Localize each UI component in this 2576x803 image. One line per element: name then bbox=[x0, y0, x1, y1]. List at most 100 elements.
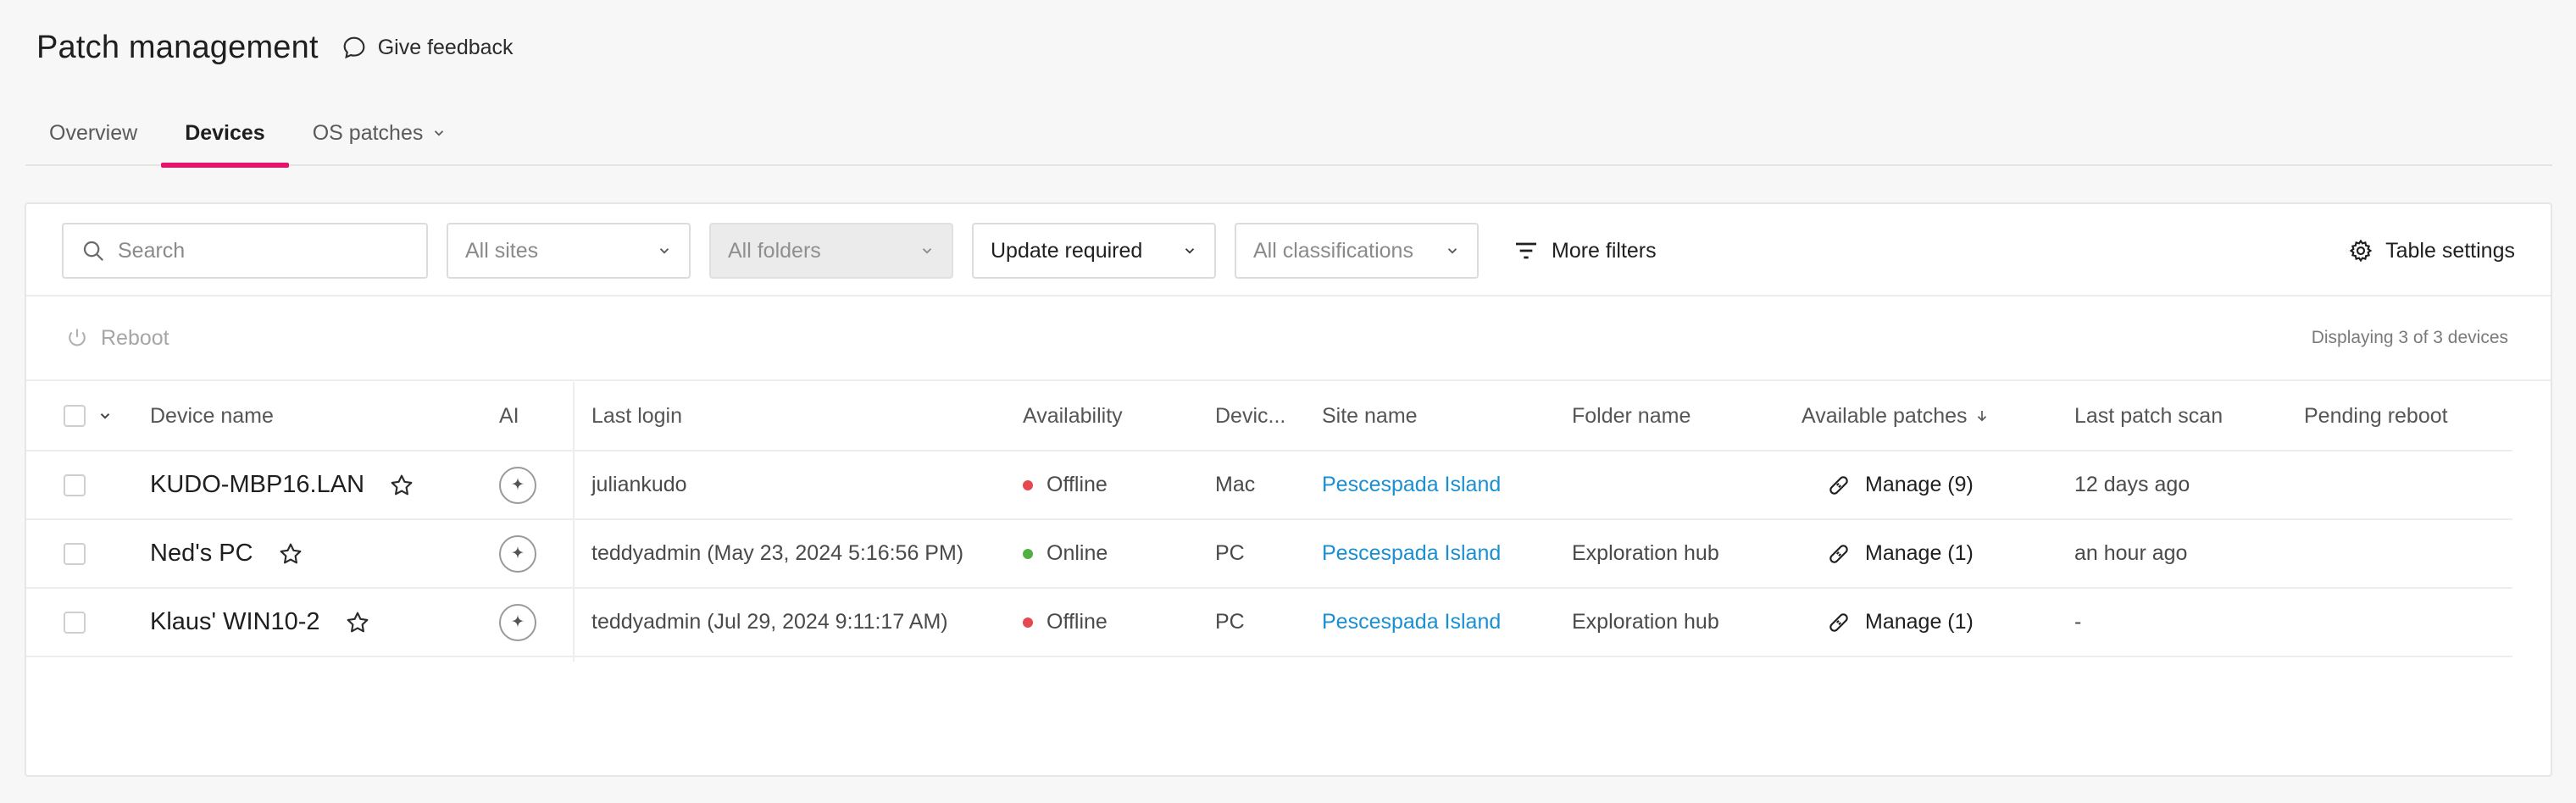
table-row[interactable]: Klaus' WIN10-2 teddyadmin (Jul 29, 2024 … bbox=[26, 589, 2512, 657]
tab-overview-label: Overview bbox=[49, 120, 138, 145]
star-icon[interactable] bbox=[344, 609, 371, 636]
site-name-link[interactable]: Pescespada Island bbox=[1322, 589, 1501, 656]
folder-name-cell: Exploration hub bbox=[1572, 541, 1719, 565]
devices-table: Device name AI Last login Availability D… bbox=[26, 382, 2512, 662]
ai-button[interactable] bbox=[499, 534, 536, 573]
status-dot-online bbox=[1023, 548, 1033, 559]
star-icon[interactable] bbox=[277, 540, 304, 568]
status-dot-offline bbox=[1023, 617, 1033, 628]
folders-select[interactable]: All folders bbox=[709, 223, 953, 279]
star-icon[interactable] bbox=[388, 472, 415, 499]
select-all-cell bbox=[64, 382, 113, 450]
bandage-icon bbox=[1829, 544, 1848, 563]
reboot-button[interactable]: Reboot bbox=[65, 326, 169, 351]
row-checkbox-cell bbox=[64, 520, 86, 587]
status-select[interactable]: Update required bbox=[972, 223, 1216, 279]
sparkle-icon bbox=[511, 545, 525, 558]
device-type-cell: PC bbox=[1215, 541, 1245, 565]
available-patches-header-label: Available patches bbox=[1802, 403, 1968, 428]
table-row[interactable]: KUDO-MBP16.LAN juliankudo Offline Mac Pe… bbox=[26, 451, 2512, 520]
device-name[interactable]: KUDO-MBP16.LAN bbox=[150, 471, 364, 499]
reboot-label: Reboot bbox=[101, 325, 169, 350]
row-checkbox[interactable] bbox=[64, 473, 86, 496]
chevron-down-icon bbox=[922, 248, 932, 254]
status-dot-offline bbox=[1023, 479, 1033, 490]
column-header-ai[interactable]: AI bbox=[499, 382, 519, 450]
manage-patches-label: Manage (1) bbox=[1865, 541, 1974, 565]
filter-lines-icon bbox=[1516, 242, 1536, 259]
classifications-select[interactable]: All classifications bbox=[1235, 223, 1479, 279]
search-icon bbox=[83, 241, 104, 262]
arrow-down-icon bbox=[1977, 411, 1986, 422]
device-type-cell: Mac bbox=[1215, 473, 1256, 496]
column-header-last-login[interactable]: Last login bbox=[591, 382, 682, 450]
tab-os-patches-label: OS patches bbox=[312, 120, 424, 145]
device-name[interactable]: Klaus' WIN10-2 bbox=[150, 608, 320, 636]
actions-bar: Reboot Displaying 3 of 3 devices bbox=[26, 295, 2551, 381]
chat-bubble-icon bbox=[343, 36, 365, 59]
column-header-site-name[interactable]: Site name bbox=[1322, 382, 1418, 450]
page-title: Patch management bbox=[36, 29, 319, 65]
ai-cell bbox=[499, 589, 536, 656]
device-name-cell: Klaus' WIN10-2 bbox=[150, 589, 371, 656]
chevron-down-icon bbox=[1447, 248, 1457, 254]
availability-label: Online bbox=[1046, 541, 1108, 565]
ai-button[interactable] bbox=[499, 603, 536, 641]
sites-select[interactable]: All sites bbox=[447, 223, 691, 279]
manage-patches-button[interactable]: Manage (9) bbox=[1826, 473, 1974, 498]
last-login-cell: teddyadmin (Jul 29, 2024 9:11:17 AM) bbox=[591, 610, 948, 634]
folders-select-value: All folders bbox=[728, 238, 821, 263]
device-name[interactable]: Ned's PC bbox=[150, 540, 253, 568]
gear-icon bbox=[2349, 239, 2373, 263]
tab-devices[interactable]: Devices bbox=[161, 100, 289, 168]
search-input[interactable] bbox=[118, 238, 406, 263]
sparkle-icon bbox=[511, 477, 525, 490]
column-header-availability[interactable]: Availability bbox=[1023, 382, 1123, 450]
column-header-last-patch-scan[interactable]: Last patch scan bbox=[2074, 382, 2223, 450]
tab-os-patches[interactable]: OS patches bbox=[289, 100, 471, 166]
availability-label: Offline bbox=[1046, 473, 1108, 496]
column-header-available-patches[interactable]: Available patches bbox=[1802, 382, 1990, 450]
chevron-down-icon[interactable] bbox=[97, 408, 113, 424]
ai-button[interactable] bbox=[499, 466, 536, 504]
column-header-pending-reboot[interactable]: Pending reboot bbox=[2304, 382, 2448, 450]
classifications-select-value: All classifications bbox=[1253, 238, 1413, 263]
search-box[interactable] bbox=[62, 223, 428, 279]
give-feedback-button[interactable]: Give feedback bbox=[341, 34, 514, 61]
available-patches-cell: Manage (9) bbox=[1826, 451, 1974, 518]
site-name-link[interactable]: Pescespada Island bbox=[1322, 520, 1501, 587]
available-patches-cell: Manage (1) bbox=[1826, 589, 1974, 656]
devices-card: All sites All folders Update required Al… bbox=[25, 202, 2552, 777]
last-patch-scan-cell: - bbox=[2074, 610, 2082, 634]
give-feedback-label: Give feedback bbox=[377, 35, 514, 59]
last-login-cell: teddyadmin (May 23, 2024 5:16:56 PM) bbox=[591, 541, 964, 565]
more-filters-button[interactable]: More filters bbox=[1513, 237, 1657, 264]
availability-label: Offline bbox=[1046, 610, 1108, 634]
tab-bar: Overview Devices OS patches bbox=[25, 100, 2552, 168]
availability-cell: Offline bbox=[1023, 589, 1108, 656]
status-select-value: Update required bbox=[991, 238, 1143, 263]
row-checkbox[interactable] bbox=[64, 611, 86, 634]
manage-patches-button[interactable]: Manage (1) bbox=[1826, 541, 1974, 567]
availability-cell: Online bbox=[1023, 520, 1108, 587]
page-header: Patch management Give feedback bbox=[36, 24, 514, 71]
select-all-checkbox[interactable] bbox=[64, 405, 86, 427]
manage-patches-button[interactable]: Manage (1) bbox=[1826, 610, 1974, 635]
tab-overview[interactable]: Overview bbox=[25, 100, 161, 166]
row-checkbox-cell bbox=[64, 589, 86, 656]
table-row[interactable]: Ned's PC teddyadmin (May 23, 2024 5:16:5… bbox=[26, 520, 2512, 589]
table-header-row: Device name AI Last login Availability D… bbox=[26, 382, 2512, 451]
table-settings-button[interactable]: Table settings bbox=[2348, 238, 2515, 263]
site-name-link[interactable]: Pescespada Island bbox=[1322, 451, 1501, 518]
availability-cell: Offline bbox=[1023, 451, 1108, 518]
row-checkbox[interactable] bbox=[64, 542, 86, 565]
display-count: Displaying 3 of 3 devices bbox=[2311, 328, 2508, 347]
column-header-folder-name[interactable]: Folder name bbox=[1572, 382, 1690, 450]
folder-name-cell: Exploration hub bbox=[1572, 610, 1719, 634]
bandage-icon bbox=[1829, 612, 1848, 632]
bandage-icon bbox=[1829, 475, 1848, 495]
more-filters-label: More filters bbox=[1552, 238, 1657, 263]
column-header-device-type[interactable]: Devic... bbox=[1215, 382, 1285, 450]
last-patch-scan-cell: an hour ago bbox=[2074, 541, 2188, 565]
column-header-device-name[interactable]: Device name bbox=[150, 382, 274, 450]
